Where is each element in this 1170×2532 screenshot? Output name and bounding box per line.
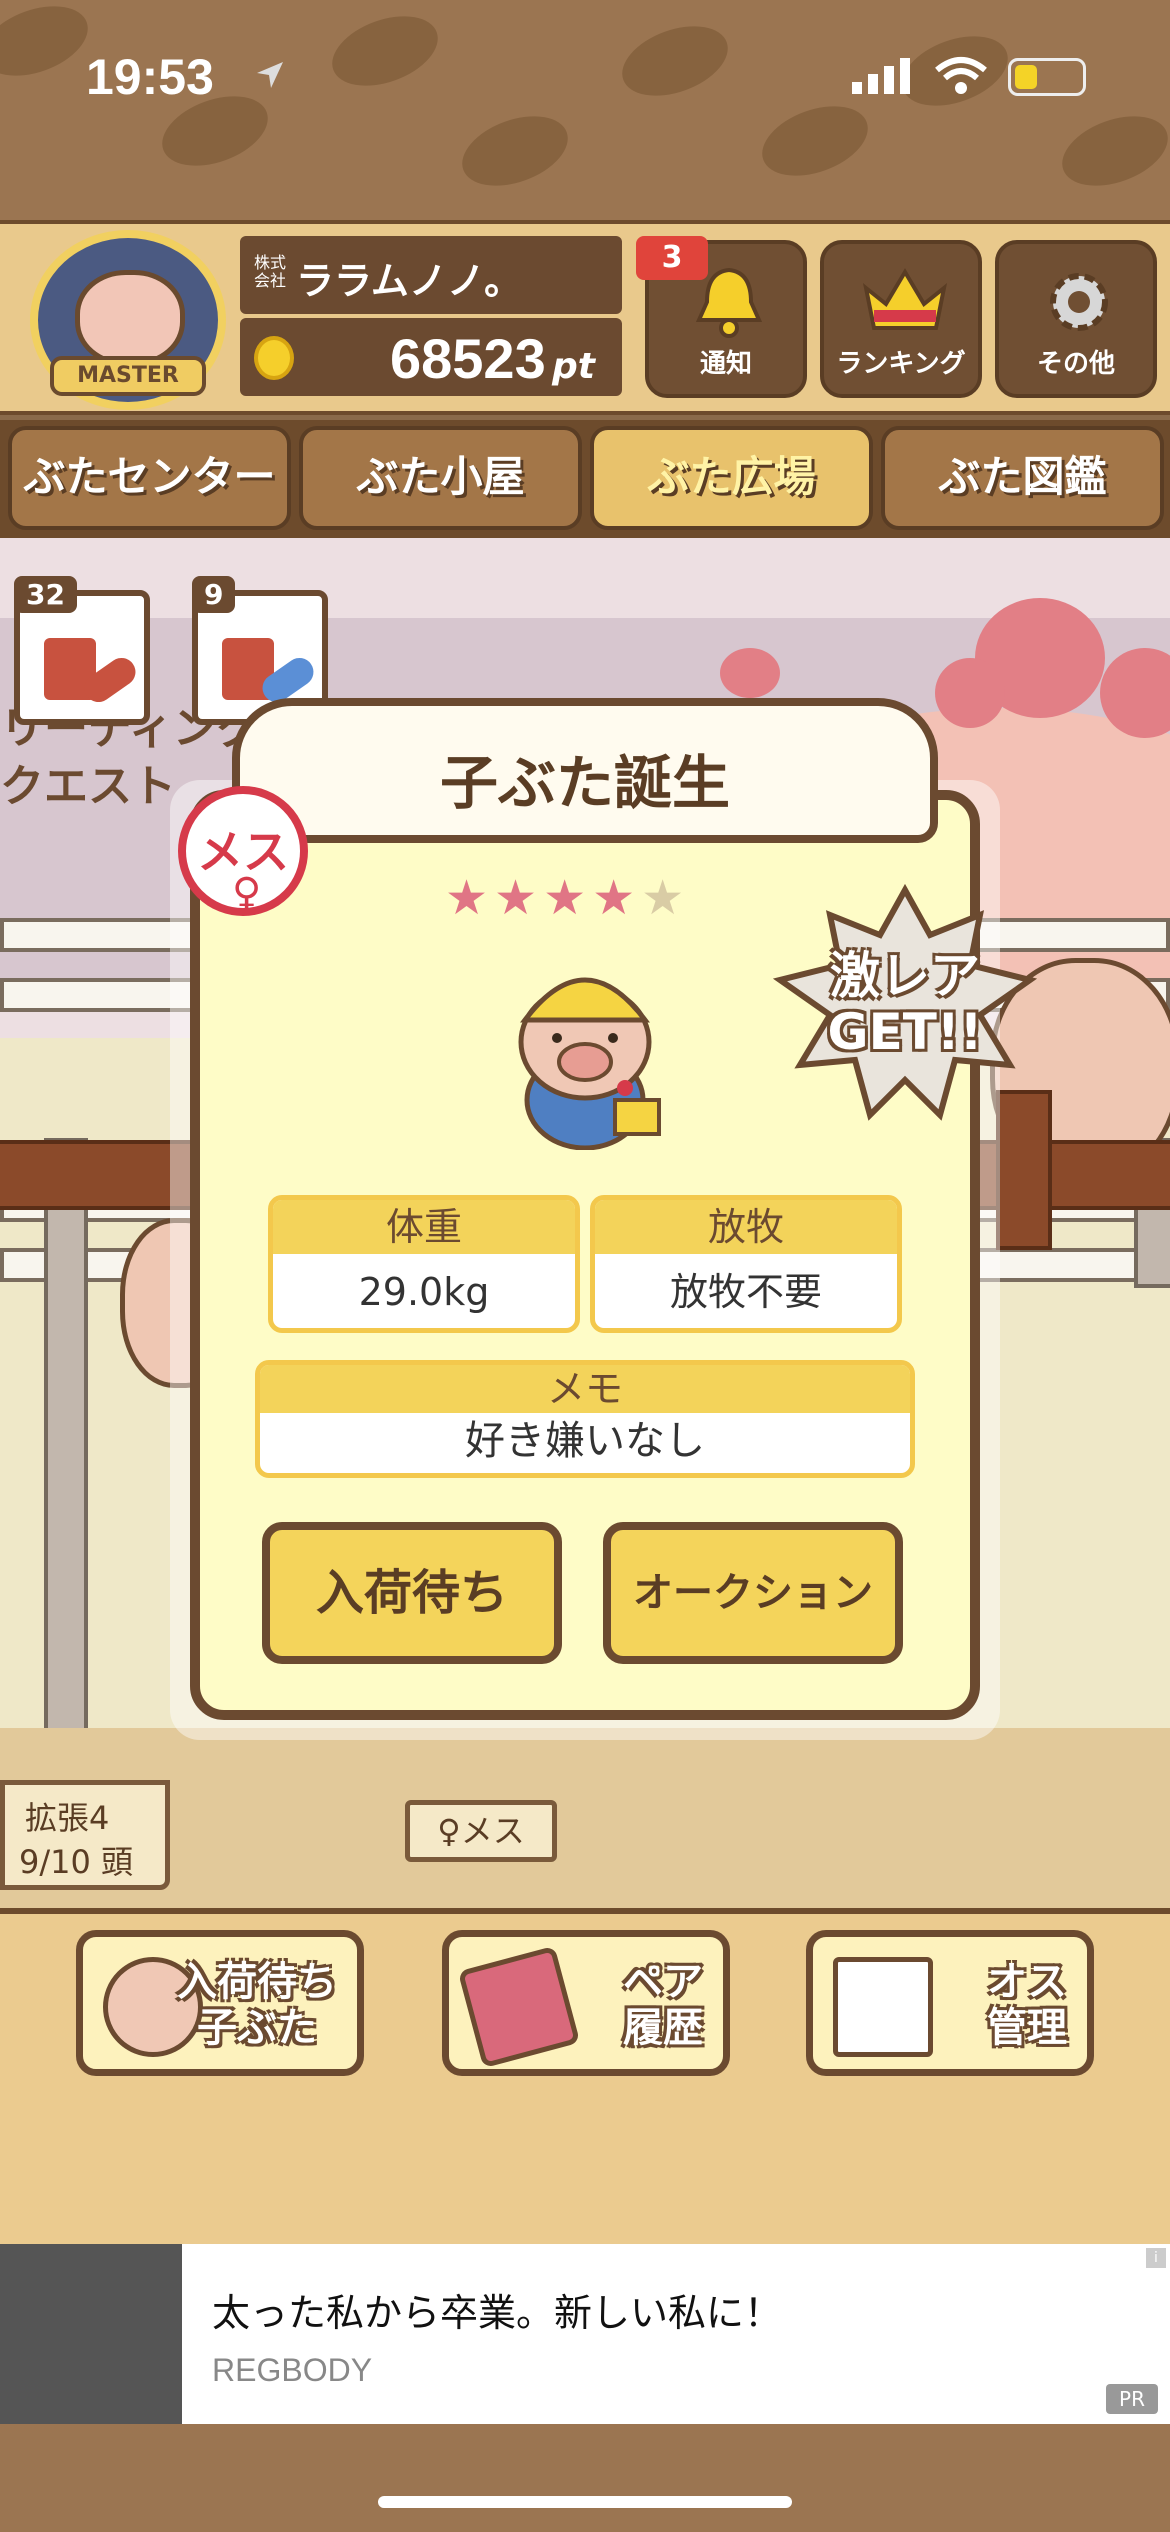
gear-icon bbox=[1050, 273, 1108, 331]
rarity-star-empty: ★ bbox=[641, 870, 691, 926]
pig-avatar-icon bbox=[75, 270, 185, 366]
male-management-button[interactable]: オス 管理 bbox=[806, 1930, 1094, 2076]
pair-history-label: ペア 履歴 bbox=[623, 1959, 703, 2051]
ad-banner[interactable]: 太った私から卒業。新しい私に！ REGBODY bbox=[0, 2244, 1170, 2424]
super-rare-label: 激レア GET!! bbox=[827, 947, 983, 1061]
piglet-illustration bbox=[518, 977, 661, 1150]
rarity-star-filled: ★ bbox=[494, 870, 544, 926]
male-document-icon bbox=[833, 1957, 933, 2057]
weight-label: 体重 bbox=[273, 1200, 575, 1254]
notification-count-badge: 3 bbox=[636, 236, 708, 280]
wait-arrival-button[interactable]: 入荷待ち bbox=[262, 1522, 562, 1664]
grazing-box: 放牧 放牧不要 bbox=[590, 1195, 902, 1333]
capacity-label: 9/10 頭 bbox=[19, 1843, 134, 1881]
ad-brand: REGBODY bbox=[212, 2352, 373, 2388]
rarity-stars: ★★★★★ bbox=[445, 870, 690, 926]
battery-icon bbox=[1008, 58, 1086, 96]
rarity-star-filled: ★ bbox=[445, 870, 495, 926]
cellular-signal-icon bbox=[852, 58, 910, 94]
heart-tree bbox=[720, 648, 780, 698]
wifi-icon bbox=[935, 57, 987, 94]
weight-box: 体重 29.0kg bbox=[268, 1195, 580, 1333]
modal-title: 子ぶた誕生 bbox=[439, 749, 730, 817]
tab-buta-center[interactable]: ぶたセンター bbox=[8, 426, 291, 530]
item-count: 9 bbox=[192, 576, 236, 613]
grazing-value: 放牧不要 bbox=[669, 1270, 822, 1314]
male-management-line1: オス bbox=[987, 1959, 1067, 2005]
points-value: 68523 bbox=[390, 327, 546, 390]
ranking-label: ランキング bbox=[836, 349, 966, 379]
notification-label: 通知 bbox=[699, 349, 752, 379]
memo-box: メモ 好き嫌いなし bbox=[255, 1360, 915, 1478]
ad-title[interactable]: 太った私から卒業。新しい私に！ bbox=[212, 2282, 782, 2337]
male-management-line2: 管理 bbox=[987, 2005, 1067, 2051]
super-rare-get-badge: 激レア GET!! bbox=[770, 880, 1040, 1130]
heart-tree bbox=[935, 658, 1005, 728]
location-arrow-icon bbox=[257, 62, 283, 88]
weight-value: 29.0kg bbox=[358, 1270, 490, 1314]
pair-history-line2: 履歴 bbox=[623, 2005, 703, 2051]
lower-ground bbox=[0, 1728, 1170, 1918]
grazing-label: 放牧 bbox=[595, 1200, 897, 1254]
coin-icon bbox=[254, 336, 294, 380]
tab-buta-encyclopedia[interactable]: ぶた図鑑 bbox=[881, 426, 1164, 530]
other-settings-button[interactable]: その他 bbox=[995, 240, 1157, 398]
heart-book-icon bbox=[457, 1945, 581, 2069]
waiting-piglets-line2: 子ぶた bbox=[197, 2005, 317, 2051]
tab-buta-square[interactable]: ぶた広場 bbox=[590, 426, 873, 530]
bottom-pattern-background bbox=[0, 2424, 1170, 2532]
company-name-box: 株式会社 ララムノノ。 bbox=[240, 236, 622, 314]
pair-history-line1: ペア bbox=[623, 1959, 703, 2005]
female-medicine-item[interactable]: 32 bbox=[14, 576, 150, 725]
main-navigation: ぶたセンター ぶた小屋 ぶた広場 ぶた図鑑 bbox=[0, 420, 1170, 538]
status-bar: 19:53 bbox=[0, 0, 1170, 150]
expansion-sign[interactable]: 拡張4 9/10 頭 bbox=[0, 1780, 170, 1890]
company-name: ララムノノ。 bbox=[296, 259, 523, 303]
ad-pr-badge: PR bbox=[1106, 2384, 1158, 2414]
female-pen-sign: ♀メス bbox=[405, 1800, 557, 1862]
home-indicator[interactable] bbox=[378, 2496, 792, 2508]
crown-icon bbox=[862, 268, 948, 330]
fence-post bbox=[44, 1138, 88, 1738]
expansion-label: 拡張4 bbox=[25, 1799, 110, 1837]
waiting-piglets-label: 入荷待ち 子ぶた bbox=[177, 1959, 337, 2051]
memo-value: 好き嫌いなし bbox=[465, 1418, 705, 1464]
tab-buta-hut[interactable]: ぶた小屋 bbox=[299, 426, 582, 530]
memo-label: メモ bbox=[260, 1365, 910, 1413]
ranking-button[interactable]: ランキング bbox=[820, 240, 982, 398]
waiting-piglets-line1: 入荷待ち bbox=[177, 1959, 337, 2005]
other-label: その他 bbox=[1036, 349, 1115, 379]
company-prefix: 株式会社 bbox=[254, 253, 287, 290]
rarity-star-filled: ★ bbox=[543, 870, 593, 926]
item-count: 32 bbox=[14, 576, 77, 613]
pair-history-button[interactable]: ペア 履歴 bbox=[442, 1930, 730, 2076]
female-symbol-icon: ♀ bbox=[232, 870, 262, 916]
points-box: 68523 pt bbox=[240, 318, 622, 396]
auction-button[interactable]: オークション bbox=[603, 1522, 903, 1664]
ad-image[interactable] bbox=[0, 2244, 182, 2424]
master-label: MASTER bbox=[50, 356, 206, 396]
waiting-piglets-button[interactable]: 入荷待ち 子ぶた bbox=[76, 1930, 364, 2076]
male-management-label: オス 管理 bbox=[987, 1959, 1067, 2051]
rarity-star-filled: ★ bbox=[592, 870, 642, 926]
female-gender-badge: メス ♀ bbox=[178, 786, 308, 916]
points-unit: pt bbox=[552, 346, 595, 387]
status-time: 19:53 bbox=[86, 49, 214, 105]
modal-title-ribbon: 子ぶた誕生 bbox=[232, 698, 938, 843]
ad-info-icon[interactable]: i bbox=[1146, 2248, 1166, 2268]
super-rare-text: 激レア GET!! bbox=[770, 948, 1040, 1060]
